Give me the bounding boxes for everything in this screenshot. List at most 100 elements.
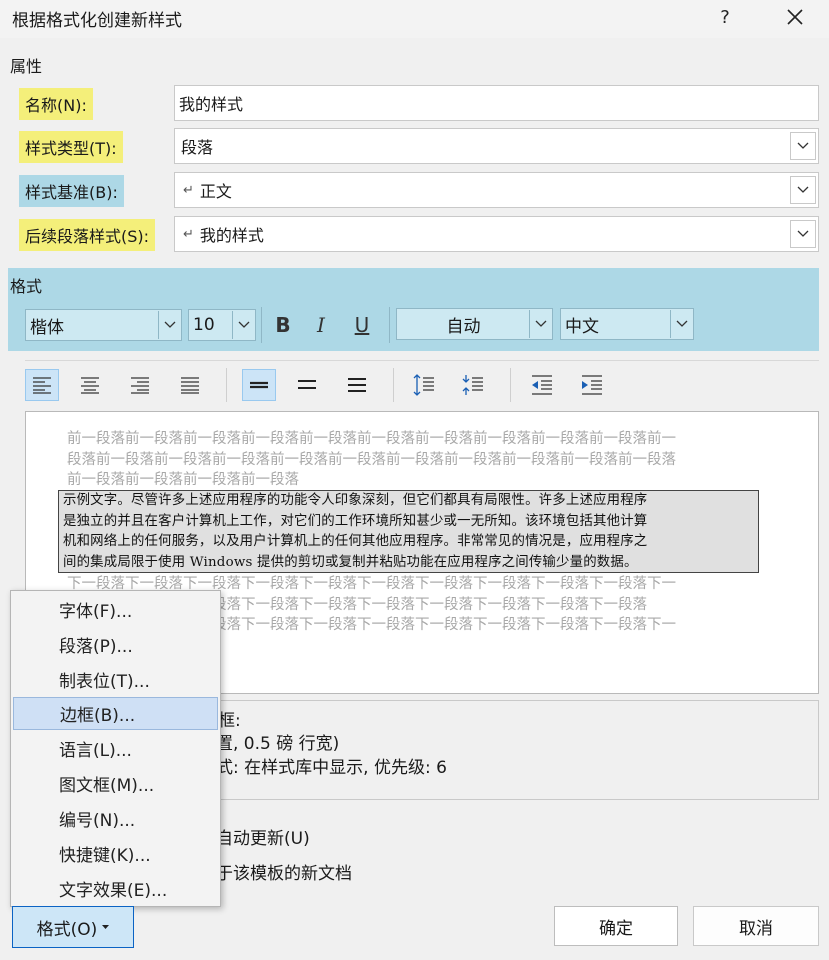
line-spacing-double-icon [348, 378, 366, 392]
auto-update-checkbox-label[interactable]: 自动更新(U) [216, 824, 310, 849]
increase-indent-button[interactable] [575, 369, 609, 401]
menu-item-frame[interactable]: 图文框(M)... [13, 767, 218, 800]
description-line: 式: 在样式库中显示, 优先级: 6 [216, 758, 447, 778]
font-value: 楷体 [30, 317, 64, 338]
caret-down-icon [102, 925, 110, 929]
sample-text-box: 示例文字。尽管许多上述应用程序的功能令人印象深刻，但它们都具有局限性。许多上述应… [58, 490, 759, 573]
align-center-button[interactable] [73, 369, 107, 401]
menu-item-language[interactable]: 语言(L)... [13, 732, 218, 765]
italic-button[interactable]: I [307, 309, 335, 341]
sample-line: 是独立的并且在客户计算机上工作，对它们的工作环境所知甚少或一无所知。该环境包括其… [63, 513, 648, 529]
close-button[interactable] [772, 0, 818, 34]
script-dropdown-arrow[interactable] [670, 310, 692, 338]
decrease-spacing-button[interactable] [456, 369, 490, 401]
type-dropdown-arrow[interactable] [790, 132, 816, 160]
script-select[interactable]: 中文 [560, 308, 694, 340]
color-dropdown-arrow[interactable] [529, 310, 551, 338]
increase-spacing-button[interactable] [407, 369, 441, 401]
menu-item-shortcut[interactable]: 快捷键(K)... [13, 837, 218, 870]
format-menu-button[interactable]: 格式(O) [12, 906, 134, 948]
chevron-down-icon [164, 321, 175, 328]
indent-increase-icon [582, 375, 602, 395]
chevron-down-icon [676, 320, 687, 327]
align-left-button[interactable] [25, 369, 59, 401]
divider [226, 368, 227, 402]
font-dropdown-arrow[interactable] [158, 311, 180, 339]
chevron-down-icon [238, 321, 249, 328]
script-value: 中文 [565, 316, 599, 337]
description-line: 置, 0.5 磅 行宽) [216, 734, 340, 754]
font-color-select[interactable]: 自动 [396, 308, 553, 340]
menu-item-text-effects[interactable]: 文字效果(E)... [13, 872, 218, 905]
template-radio-label[interactable]: 于该模板的新文档 [216, 859, 352, 884]
size-select[interactable]: 10 [188, 309, 256, 341]
close-icon [787, 9, 803, 25]
sample-line: 机和网络上的任何服务，以及用户计算机上的任何其他应用程序。非常常见的情况是，应用… [63, 534, 648, 549]
divider [261, 307, 262, 343]
preview-line: 前一段落前一段落前一段落前一段落 [67, 472, 299, 488]
format-heading: 格式 [10, 277, 43, 296]
justify-button[interactable] [173, 369, 207, 401]
align-center-icon [81, 377, 99, 394]
next-style-select[interactable]: ↵ 我的样式 [174, 216, 819, 252]
chevron-down-icon [797, 230, 809, 237]
based-on-select[interactable]: ↵ 正文 [174, 172, 819, 208]
chevron-down-icon [797, 142, 809, 149]
based-on-label: 样式基准(B): [19, 175, 124, 207]
line-spacing-single-icon [250, 381, 268, 389]
format-menu: 字体(F)... 段落(P)... 制表位(T)... 边框(B)... 语言(… [10, 590, 221, 907]
align-right-icon [131, 377, 149, 394]
format-button-label: 格式(O) [36, 919, 98, 940]
based-on-value: 正文 [199, 182, 232, 201]
previous-paragraph-text: 前一段落前一段落前一段落前一段落前一段落前一段落前一段落前一段落前一段落前一段落… [67, 429, 676, 491]
justify-icon [181, 377, 199, 394]
divider [389, 307, 390, 343]
line-spacing-onehalf-icon [298, 380, 316, 389]
type-value: 段落 [181, 138, 214, 157]
name-input[interactable]: 我的样式 [174, 85, 819, 121]
help-button[interactable]: ? [702, 0, 748, 34]
menu-item-font[interactable]: 字体(F)... [13, 593, 218, 626]
based-on-dropdown-arrow[interactable] [790, 176, 816, 204]
underline-button[interactable]: U [348, 309, 376, 341]
one-half-spacing-button[interactable] [290, 369, 324, 401]
divider [25, 360, 819, 361]
single-spacing-button[interactable] [242, 369, 276, 401]
properties-heading: 属性 [10, 57, 43, 76]
decrease-indent-button[interactable] [525, 369, 559, 401]
bold-button[interactable]: B [269, 309, 297, 341]
double-spacing-button[interactable] [340, 369, 374, 401]
divider [393, 368, 394, 402]
name-label: 名称(N): [19, 88, 93, 120]
next-style-value: 我的样式 [199, 226, 264, 245]
chevron-down-icon [535, 320, 546, 327]
sample-line: 示例文字。尽管许多上述应用程序的功能令人印象深刻，但它们都具有局限性。许多上述应… [63, 493, 648, 508]
font-color-value: 自动 [446, 316, 481, 337]
ok-button[interactable]: 确定 [554, 906, 678, 946]
font-select[interactable]: 楷体 [25, 309, 182, 341]
align-left-icon [33, 377, 51, 394]
preview-line: 段落前一段落前一段落前一段落前一段落前一段落前一段落前一段落前一段落前一段落前一… [67, 451, 676, 468]
sample-line: 间的集成局限于使用 Windows 提供的剪切或复制并粘贴功能在应用程序之间传输… [63, 554, 638, 570]
name-value: 我的样式 [179, 95, 244, 114]
menu-item-paragraph[interactable]: 段落(P)... [13, 628, 218, 661]
size-value: 10 [193, 315, 215, 335]
next-style-label: 后续段落样式(S): [19, 219, 156, 251]
spacing-increase-icon [413, 374, 434, 396]
menu-item-border[interactable]: 边框(B)... [13, 697, 218, 730]
paragraph-mark-icon: ↵ [183, 182, 194, 198]
indent-decrease-icon [532, 375, 552, 395]
preview-line: 前一段落前一段落前一段落前一段落前一段落前一段落前一段落前一段落前一段落前一段落… [67, 431, 676, 447]
window-title: 根据格式化创建新样式 [12, 11, 182, 31]
menu-item-numbering[interactable]: 编号(N)... [13, 802, 218, 835]
divider [510, 368, 511, 402]
align-right-button[interactable] [123, 369, 157, 401]
description-line: 框: [218, 711, 241, 731]
type-label: 样式类型(T): [19, 131, 123, 163]
next-style-dropdown-arrow[interactable] [790, 220, 816, 248]
size-dropdown-arrow[interactable] [232, 311, 254, 339]
cancel-button[interactable]: 取消 [693, 906, 819, 946]
type-select[interactable]: 段落 [174, 128, 819, 164]
menu-item-tabs[interactable]: 制表位(T)... [13, 663, 218, 696]
chevron-down-icon [797, 186, 809, 193]
